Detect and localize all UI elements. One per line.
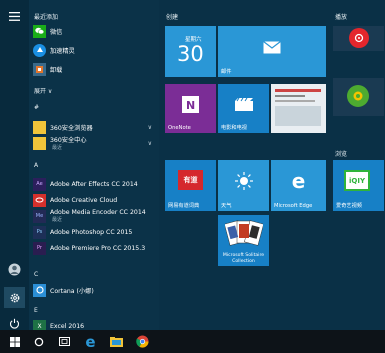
playing-cards-icon — [224, 219, 264, 253]
photos-live-tile[interactable] — [271, 84, 326, 133]
app-label: Adobe Photoshop CC 2015 — [50, 228, 133, 236]
wechat-icon — [33, 24, 46, 38]
accelerator-icon — [33, 43, 46, 57]
search-icon[interactable] — [30, 333, 47, 350]
app-item-creative-cloud[interactable]: Adobe Creative Cloud — [33, 193, 158, 207]
tile-label: Microsoft Edge — [274, 203, 313, 209]
taskbar: e — [0, 330, 385, 353]
calendar-tile[interactable]: 星期六 30 — [165, 26, 216, 77]
movies-tv-tile[interactable]: 电影和电视 — [218, 84, 269, 133]
app-item-photoshop[interactable]: Ps Adobe Photoshop CC 2015 — [33, 225, 158, 239]
user-avatar-icon[interactable] — [4, 259, 25, 280]
explorer-icon[interactable] — [108, 333, 125, 350]
recent-header: 最近添加 — [34, 14, 59, 21]
onenote-tile[interactable]: N OneNote — [165, 84, 216, 133]
folder-icon — [33, 136, 46, 150]
tile-label: 网易有道词典 — [168, 203, 200, 209]
mail-tile[interactable]: 邮件 — [218, 26, 326, 77]
section-browse-header: 浏览 — [335, 151, 348, 158]
iqiyi-icon: iQIY — [344, 170, 370, 191]
app-item-after-effects[interactable]: Ae Adobe After Effects CC 2014 — [33, 177, 158, 191]
app-label: Excel 2016 — [50, 322, 85, 330]
app-label: 卸载 — [50, 66, 63, 74]
app-label: 360安全中心 — [50, 137, 87, 144]
mail-icon — [218, 26, 326, 68]
play-red-app-tile[interactable] — [333, 26, 384, 51]
edge-tile[interactable]: e Microsoft Edge — [271, 160, 326, 211]
netease-icon: 有道 — [178, 170, 203, 190]
start-rail — [0, 0, 29, 330]
calendar-date: 30 — [177, 42, 204, 66]
app-label: 360安全浏览器 — [50, 124, 93, 132]
expand-link[interactable]: 展开 ∨ — [34, 86, 52, 95]
app-folder-360-center[interactable]: 360安全中心 最近 ∨ — [33, 136, 158, 151]
chevron-down-icon[interactable]: ∨ — [148, 124, 152, 131]
photo-content-line — [275, 95, 305, 97]
photoshop-icon: Ps — [33, 225, 46, 239]
edge-icon: e — [291, 169, 306, 193]
app-item-uninstall[interactable]: 卸载 — [33, 62, 158, 76]
cortana-icon — [33, 283, 46, 297]
svg-text:N: N — [186, 99, 195, 112]
photo-content-line — [275, 100, 315, 102]
recent-tag: 最近 — [52, 145, 63, 151]
app-label: 微信 — [50, 28, 63, 36]
uninstall-icon — [33, 62, 46, 76]
iqiyi-tile[interactable]: iQIY 爱奇艺视频 — [333, 160, 384, 211]
folder-icon — [33, 120, 46, 134]
section-play-header: 播放 — [335, 14, 348, 21]
task-view-icon[interactable] — [56, 333, 73, 350]
netease-dict-tile[interactable]: 有道 网易有道词典 — [165, 160, 216, 211]
tile-area: 创建 播放 星期六 30 邮件 N OneNote 电影和电视 浏览 有道 网易… — [159, 0, 385, 330]
app-label: Cortana (小娜) — [50, 287, 94, 295]
app-item-media-encoder[interactable]: Me Adobe Media Encoder CC 2014 最近 — [33, 209, 158, 223]
section-create-header: 创建 — [166, 14, 179, 21]
tile-label: 天气 — [221, 203, 232, 209]
tile-label: 爱奇艺视频 — [336, 203, 362, 209]
creative-cloud-icon — [33, 193, 46, 207]
onenote-icon: N — [165, 84, 216, 124]
group-letter-hash[interactable]: # — [34, 104, 39, 111]
tile-label: 邮件 — [221, 69, 232, 75]
solitaire-tile[interactable]: Microsoft Solitaire Collection — [218, 215, 269, 266]
tile-label: 电影和电视 — [221, 125, 247, 131]
app-label: 加速精灵 — [50, 47, 75, 55]
photo-content — [275, 89, 321, 92]
edge-icon[interactable]: e — [82, 333, 99, 351]
play-green-app-tile[interactable] — [333, 78, 384, 116]
windows-icon[interactable] — [6, 333, 23, 350]
app-item-cortana[interactable]: Cortana (小娜) — [33, 283, 158, 297]
game-app-icon — [347, 85, 369, 107]
app-item-premiere[interactable]: Pr Adobe Premiere Pro CC 2015.3 — [33, 241, 158, 255]
media-encoder-icon: Me — [33, 209, 46, 223]
app-folder-360-browser[interactable]: 360安全浏览器 ∨ — [33, 120, 158, 134]
ae-icon: Ae — [33, 177, 46, 191]
chrome-icon[interactable] — [134, 333, 151, 350]
recent-tag: 最近 — [52, 217, 63, 223]
app-label: Adobe Media Encoder CC 2014 — [50, 209, 146, 216]
tile-label: Microsoft Solitaire Collection — [222, 253, 265, 264]
tile-label: OneNote — [168, 125, 191, 131]
app-label: Adobe After Effects CC 2014 — [50, 180, 138, 188]
sun-icon — [218, 160, 269, 202]
app-list: 最近添加 微信 加速精灵 卸载 展开 ∨ # 360安全浏览器 ∨ 360安全中… — [29, 0, 159, 333]
photo-content-image — [275, 106, 321, 126]
app-item-wechat[interactable]: 微信 — [33, 24, 158, 38]
settings-gear-icon[interactable] — [4, 287, 25, 308]
group-letter-e[interactable]: E — [34, 307, 38, 314]
film-icon — [218, 84, 269, 124]
group-letter-a[interactable]: A — [34, 162, 38, 169]
app-label: Adobe Creative Cloud — [50, 196, 118, 204]
group-letter-c[interactable]: C — [34, 271, 38, 278]
app-item-accelerator[interactable]: 加速精灵 — [33, 43, 158, 57]
premiere-icon: Pr — [33, 241, 46, 255]
weather-tile[interactable]: 天气 — [218, 160, 269, 211]
app-label: Adobe Premiere Pro CC 2015.3 — [50, 244, 146, 252]
hamburger-menu-icon[interactable] — [4, 6, 25, 27]
music-app-icon — [349, 28, 369, 48]
chevron-down-icon[interactable]: ∨ — [148, 140, 152, 147]
